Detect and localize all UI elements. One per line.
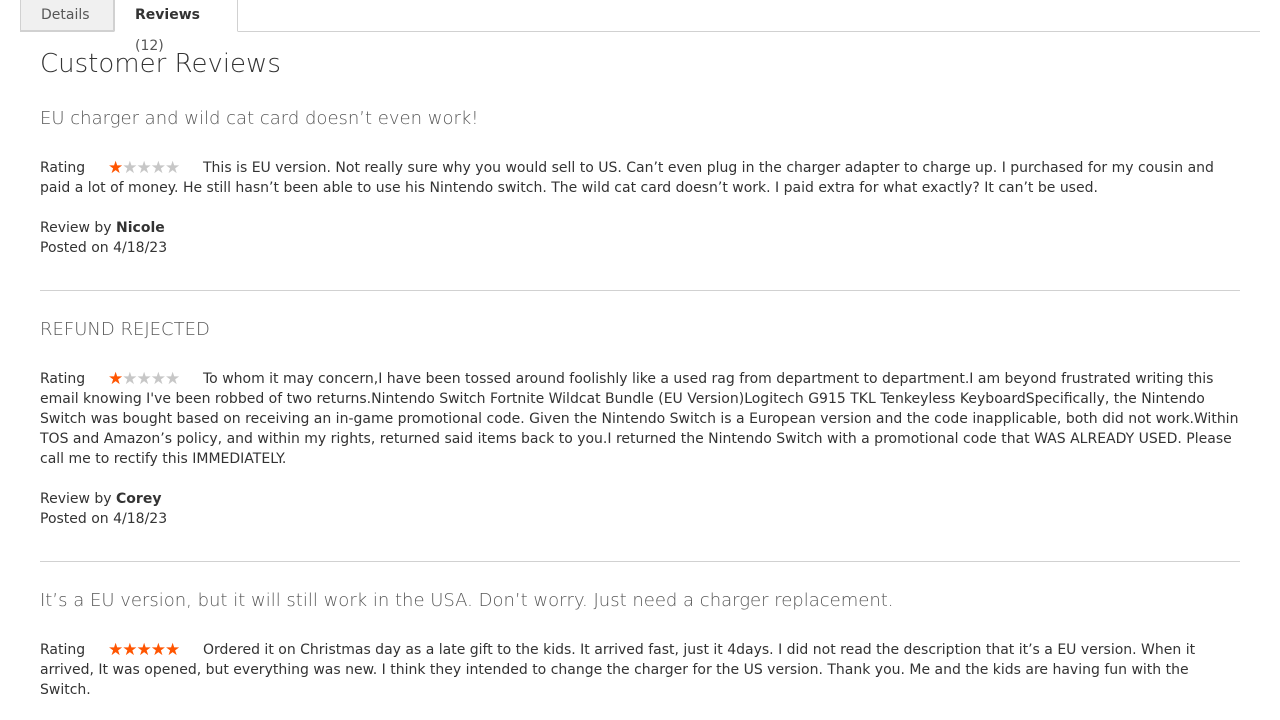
review-item: EU charger and wild cat card doesn’t eve…	[40, 108, 1240, 258]
star-icon: ★	[108, 640, 123, 660]
page-title: Customer Reviews	[40, 49, 281, 79]
review-content: Rating ★★★★★ Ordered it on Christmas day…	[40, 640, 1240, 700]
star-icon: ★	[122, 640, 137, 660]
review-by-label: Review by	[40, 491, 112, 507]
star-icon: ★	[150, 158, 166, 178]
rating-block: Rating ★★★★★	[40, 369, 203, 389]
star-icon: ★	[122, 369, 137, 389]
review-title: It’s a EU version, but it will still wor…	[40, 590, 894, 611]
star-icon: ★	[165, 369, 180, 389]
review-date: Posted on 4/18/23	[40, 509, 1240, 529]
review-title: EU charger and wild cat card doesn’t eve…	[40, 108, 479, 129]
star-icon: ★	[165, 158, 180, 178]
review-text: This is EU version. Not really sure why …	[40, 160, 1214, 196]
review-divider	[40, 290, 1240, 291]
star-icon: ★	[150, 369, 166, 389]
product-tabs: Details Reviews (12)	[20, 0, 1260, 54]
review-text: To whom it may concern,I have been tosse…	[40, 371, 1239, 467]
review-content: Rating ★★★★★ This is EU version. Not rea…	[40, 158, 1240, 198]
rating-block: Rating ★★★★★	[40, 640, 203, 660]
review-item: It’s a EU version, but it will still wor…	[40, 590, 1240, 700]
rating-label: Rating	[40, 160, 86, 176]
star-icon: ★	[165, 640, 180, 660]
posted-on-label: Posted on	[40, 240, 109, 256]
rating-label: Rating	[40, 371, 86, 387]
star-rating: ★★★★★	[108, 369, 180, 389]
review-content: Rating ★★★★★ To whom it may concern,I ha…	[40, 369, 1240, 469]
star-icon: ★	[108, 158, 123, 178]
rating-block: Rating ★★★★★	[40, 158, 203, 178]
star-rating: ★★★★★	[108, 158, 180, 178]
date-value: 4/18/23	[113, 240, 168, 256]
tab-details-label: Details	[41, 7, 90, 23]
star-icon: ★	[150, 640, 166, 660]
review-item: REFUND REJECTED Rating ★★★★★ To whom it …	[40, 319, 1240, 529]
posted-on-label: Posted on	[40, 511, 109, 527]
tab-reviews[interactable]: Reviews (12)	[114, 0, 238, 54]
review-divider	[40, 561, 1240, 562]
star-icon: ★	[136, 158, 152, 178]
review-text: Ordered it on Christmas day as a late gi…	[40, 642, 1196, 698]
star-icon: ★	[108, 369, 123, 389]
date-value: 4/18/23	[113, 511, 168, 527]
review-details: Review by Nicole Posted on 4/18/23	[40, 218, 1240, 258]
review-by-label: Review by	[40, 220, 112, 236]
star-icon: ★	[136, 640, 152, 660]
review-author: Review by Nicole	[40, 218, 1240, 238]
review-details: Review by Corey Posted on 4/18/23	[40, 489, 1240, 529]
star-icon: ★	[122, 158, 137, 178]
review-title: REFUND REJECTED	[40, 319, 210, 340]
review-author: Review by Corey	[40, 489, 1240, 509]
review-date: Posted on 4/18/23	[40, 238, 1240, 258]
star-icon: ★	[136, 369, 152, 389]
tab-reviews-label: Reviews	[135, 7, 200, 23]
star-rating: ★★★★★	[108, 640, 180, 660]
rating-label: Rating	[40, 642, 86, 658]
tab-details[interactable]: Details	[20, 0, 114, 31]
author-name: Nicole	[116, 220, 165, 236]
author-name: Corey	[116, 491, 162, 507]
